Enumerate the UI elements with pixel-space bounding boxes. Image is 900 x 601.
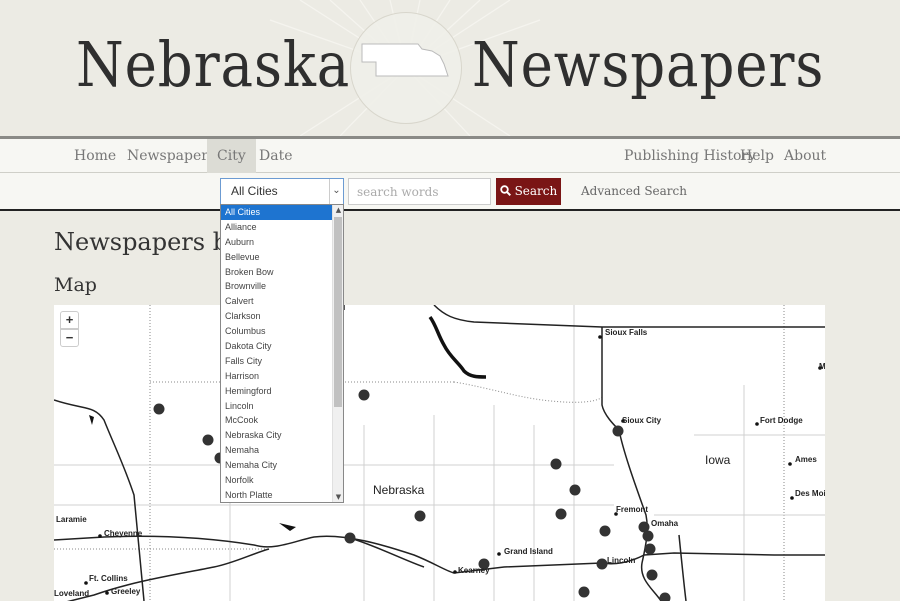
map-label: Sioux City (622, 416, 662, 425)
city-select-value: All Cities (231, 184, 278, 198)
dropdown-options: All Cities Alliance Auburn Bellevue Broken B… (221, 205, 343, 502)
dropdown-option[interactable]: Nebraska City (221, 428, 333, 443)
map-heading: Map (54, 274, 97, 296)
map-label: Grand Island (504, 547, 553, 556)
nav-date[interactable]: Date (249, 139, 302, 173)
map-label: Fremont (616, 505, 648, 514)
dropdown-option[interactable]: Clarkson (221, 309, 333, 324)
dropdown-option[interactable]: Lincoln (221, 399, 333, 414)
map-label: Ames (795, 455, 817, 464)
search-input[interactable] (348, 178, 491, 205)
dropdown-option[interactable]: Falls City (221, 354, 333, 369)
search-bar: All Cities ⌄ Search Advanced Search (0, 173, 900, 211)
dropdown-option[interactable]: Nemaha City (221, 458, 333, 473)
search-icon (500, 185, 511, 197)
dropdown-option[interactable]: Brownville (221, 279, 333, 294)
dropdown-option[interactable]: Alliance (221, 220, 333, 235)
scroll-down-icon[interactable]: ▼ (333, 493, 343, 501)
site-title-left: Nebraska (76, 28, 351, 101)
map-label: M (819, 362, 825, 371)
masthead: Nebraska Newspapers (0, 0, 900, 136)
dropdown-option[interactable]: All Cities (221, 205, 333, 220)
nav-about[interactable]: About (774, 139, 836, 173)
map-label: Des Moines (795, 489, 825, 498)
dropdown-option[interactable]: Columbus (221, 324, 333, 339)
dropdown-option[interactable]: Harrison (221, 369, 333, 384)
dropdown-option[interactable]: Calvert (221, 294, 333, 309)
scrollbar-thumb[interactable] (334, 217, 342, 407)
nebraska-state-icon (361, 43, 449, 77)
map-state-label: Iowa (705, 453, 731, 467)
dropdown-option[interactable]: Bellevue (221, 250, 333, 265)
dropdown-option[interactable]: Norfolk (221, 473, 333, 488)
map-state-label: Nebraska (373, 483, 425, 497)
map-label: Loveland (54, 589, 89, 598)
main-nav: Home Newspapers City Date Publishing His… (0, 136, 900, 173)
river-line (428, 315, 487, 379)
dropdown-option[interactable]: Auburn (221, 235, 333, 250)
city-dropdown-list[interactable]: All Cities Alliance Auburn Bellevue Broken B… (220, 204, 344, 503)
zoom-out-button[interactable]: − (60, 329, 79, 347)
map-label: Omaha (651, 519, 679, 528)
city-select[interactable]: All Cities ⌄ (220, 178, 344, 205)
map-label: Ft. Collins (89, 574, 128, 583)
dropdown-scrollbar[interactable]: ▲ ▼ (332, 205, 343, 502)
dropdown-option[interactable]: Broken Bow (221, 265, 333, 280)
scroll-up-icon[interactable]: ▲ (333, 206, 343, 214)
map-label: Kearney (458, 566, 490, 575)
map-label: Fort Dodge (760, 416, 803, 425)
map-label: Sioux Falls (605, 328, 648, 337)
search-button[interactable]: Search (496, 178, 561, 205)
map-label: Cheyenne (104, 529, 143, 538)
dropdown-option[interactable]: Nemaha (221, 443, 333, 458)
city-map[interactable]: Sioux Falls Sioux City Fort Dodge Ames D… (54, 305, 825, 601)
dropdown-option[interactable]: McCook (221, 413, 333, 428)
search-button-label: Search (514, 184, 558, 198)
dropdown-option[interactable]: Hemingford (221, 384, 333, 399)
site-title-right: Newspapers (472, 28, 825, 101)
dropdown-option[interactable]: Dakota City (221, 339, 333, 354)
map-label: Laramie (56, 515, 87, 524)
zoom-in-button[interactable]: + (60, 311, 79, 329)
advanced-search-link[interactable]: Advanced Search (581, 184, 687, 198)
map-label: Lincoln (607, 556, 636, 565)
map-canvas[interactable]: Sioux Falls Sioux City Fort Dodge Ames D… (54, 305, 825, 601)
chevron-down-icon[interactable]: ⌄ (329, 179, 343, 204)
map-label: Greeley (111, 587, 141, 596)
dropdown-option[interactable]: North Platte (221, 488, 333, 502)
